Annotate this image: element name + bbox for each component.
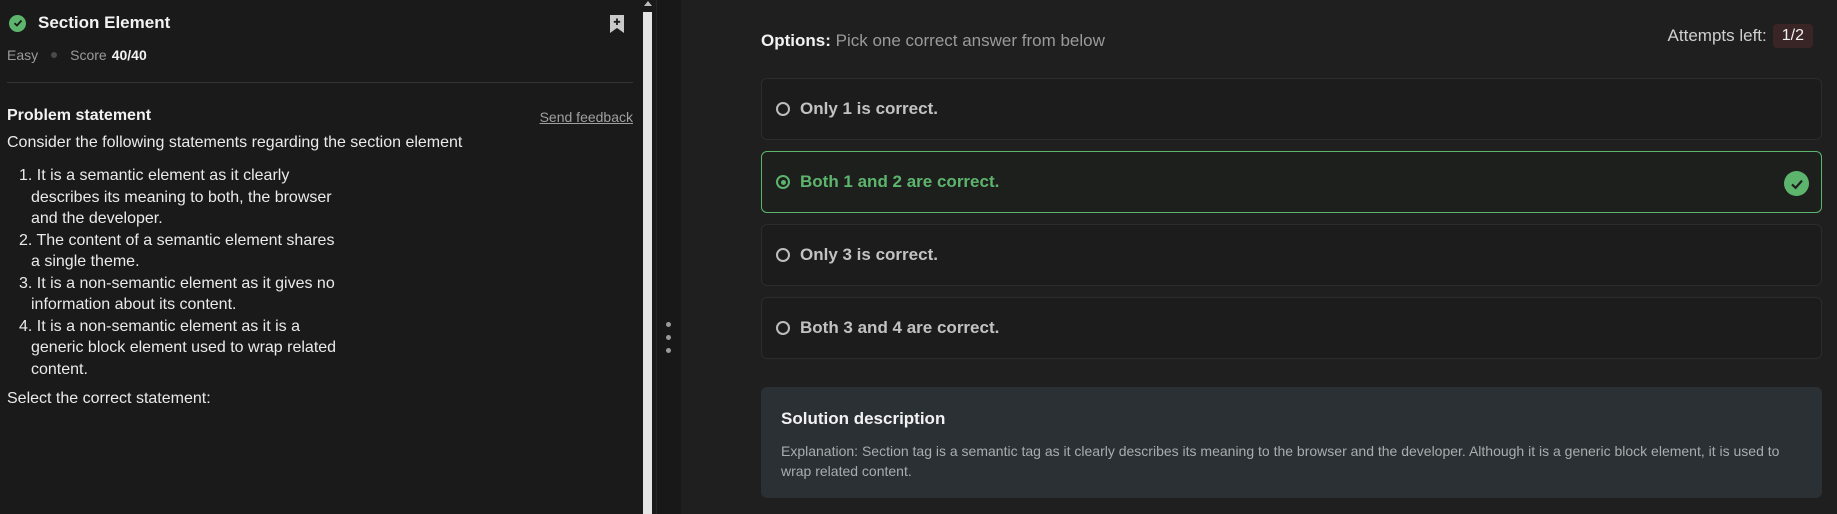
problem-header: Section Element Easy Score 40/40 (7, 0, 633, 83)
problem-content: Section Element Easy Score 40/40 Problem… (0, 0, 640, 514)
title-row: Section Element (9, 13, 170, 33)
bookmark-add-icon[interactable] (609, 14, 625, 34)
list-item: 3. It is a non-semantic element as it gi… (19, 274, 335, 314)
meta-separator (51, 52, 58, 58)
radio-button-selected[interactable] (776, 175, 790, 189)
send-feedback-link[interactable]: Send feedback (540, 109, 633, 125)
list-item: 2. The content of a semantic element sha… (19, 231, 335, 271)
option-1[interactable]: Only 1 is correct. (761, 78, 1822, 140)
problem-meta: Easy Score 40/40 (7, 47, 147, 63)
options-subheading: Pick one correct answer from below (835, 31, 1105, 50)
list-item: 1. It is a semantic element as it clearl… (19, 167, 332, 227)
radio-button[interactable] (776, 248, 790, 262)
radio-button[interactable] (776, 102, 790, 116)
scroll-up-icon[interactable] (644, 1, 652, 6)
option-label: Only 3 is correct. (800, 245, 938, 264)
option-label: Only 1 is correct. (800, 99, 938, 118)
statement-list: 1. It is a semantic element as it clearl… (7, 165, 337, 380)
option-4[interactable]: Both 3 and 4 are correct. (761, 297, 1822, 359)
statement-heading: Problem statement (7, 107, 152, 124)
option-label: Both 3 and 4 are correct. (800, 318, 1000, 337)
problem-title: Section Element (38, 13, 171, 32)
solution-description: Solution description Explanation: Sectio… (761, 387, 1822, 498)
app-root: Section Element Easy Score 40/40 Problem… (0, 0, 1837, 514)
score-label: Score (70, 47, 107, 63)
options-panel: Options: Pick one correct answer from be… (681, 0, 1837, 514)
panel-resize-handle[interactable] (656, 0, 681, 514)
scrollbar-thumb[interactable] (643, 12, 652, 514)
problem-scrollbar[interactable] (640, 0, 656, 514)
attempts-label: Attempts left: (1667, 26, 1767, 45)
options-label: Options: (761, 31, 831, 50)
solution-title: Solution description (781, 409, 946, 428)
difficulty-label: Easy (7, 47, 39, 63)
problem-panel: Section Element Easy Score 40/40 Problem… (0, 0, 656, 514)
attempts-indicator: Attempts left: 1/2 (1668, 24, 1813, 48)
attempts-badge: 1/2 (1772, 24, 1813, 48)
radio-button[interactable] (776, 321, 790, 335)
correct-check-icon (1784, 171, 1809, 196)
solution-text: Explanation: Section tag is a semantic t… (781, 443, 1780, 479)
solved-check-icon (9, 14, 26, 32)
option-label: Both 1 and 2 are correct. (800, 172, 1000, 191)
question-text: Select the correct statement: (7, 390, 211, 407)
list-item: 4. It is a non-semantic element as it is… (19, 317, 337, 378)
option-3[interactable]: Only 3 is correct. (761, 224, 1822, 286)
statement-heading-row: Problem statement Send feedback (7, 107, 633, 147)
options-heading: Options: Pick one correct answer from be… (761, 31, 1105, 51)
drag-handle-icon[interactable] (666, 322, 671, 361)
option-2[interactable]: Both 1 and 2 are correct. (761, 151, 1822, 213)
score-value: 40/40 (111, 47, 147, 63)
